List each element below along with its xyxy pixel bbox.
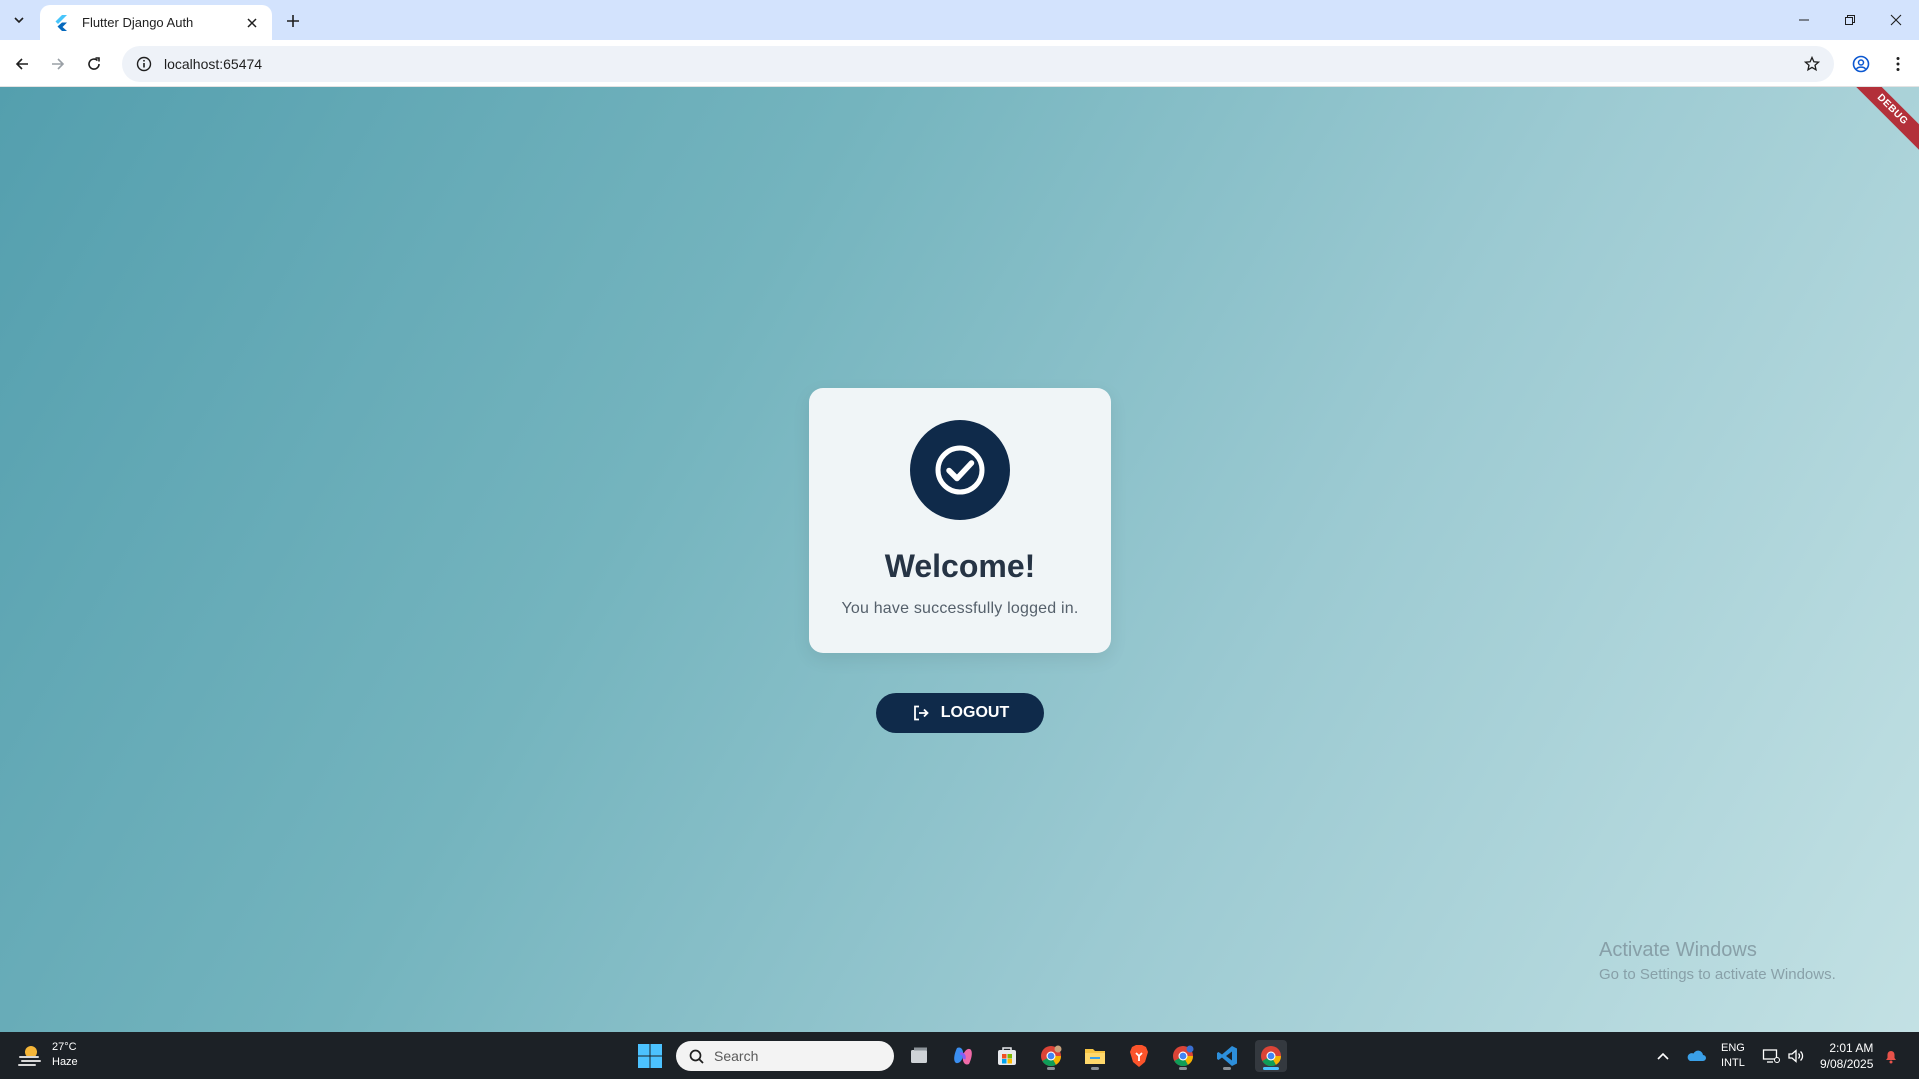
- volume-icon[interactable]: [1787, 1032, 1805, 1079]
- debug-banner: DEBUG: [1846, 87, 1919, 156]
- logout-button[interactable]: LOGOUT: [876, 693, 1044, 733]
- minimize-icon: [1799, 19, 1809, 21]
- browser-menu-button[interactable]: [1885, 51, 1911, 77]
- chrome-active-icon[interactable]: [1255, 1040, 1287, 1072]
- tab-title: Flutter Django Auth: [82, 15, 194, 30]
- arrow-right-icon: [52, 58, 65, 70]
- haze-sun-icon: [18, 1046, 41, 1066]
- browser-tab-strip: Flutter Django Auth: [0, 0, 1919, 40]
- windows-start-icon[interactable]: [636, 1042, 664, 1070]
- profile-button[interactable]: [1848, 51, 1874, 77]
- chrome-profile-icon[interactable]: [1035, 1040, 1067, 1072]
- restore-button[interactable]: [1827, 0, 1873, 40]
- minimize-button[interactable]: [1781, 0, 1827, 40]
- browser-toolbar: localhost:65474: [0, 40, 1919, 87]
- close-tab-icon[interactable]: [242, 13, 262, 33]
- clock-time: 2:01 AM: [1829, 1040, 1874, 1055]
- running-indicator: [1091, 1067, 1099, 1070]
- network-icon[interactable]: [1762, 1032, 1780, 1079]
- close-window-button[interactable]: [1873, 0, 1919, 40]
- forward-button[interactable]: [44, 50, 72, 78]
- language-indicator[interactable]: ENG INTL: [1721, 1032, 1745, 1079]
- file-explorer-icon[interactable]: [1079, 1040, 1111, 1072]
- taskbar-search[interactable]: Search: [676, 1041, 894, 1071]
- bookmark-star-icon[interactable]: [1802, 54, 1822, 74]
- running-indicator: [1047, 1067, 1055, 1070]
- clock[interactable]: 2:01 AM 9/08/2025: [1820, 1032, 1873, 1079]
- site-info-icon[interactable]: [134, 54, 154, 74]
- microsoft-store-icon[interactable]: [991, 1040, 1023, 1072]
- onedrive-icon[interactable]: [1686, 1032, 1706, 1079]
- welcome-card: Welcome! You have successfully logged in…: [809, 388, 1111, 653]
- search-placeholder: Search: [714, 1048, 759, 1064]
- weather-desc: Haze: [52, 1056, 78, 1068]
- active-indicator: [1263, 1067, 1279, 1070]
- address-bar[interactable]: localhost:65474: [122, 46, 1834, 82]
- tab-search-button[interactable]: [6, 8, 32, 32]
- welcome-subtitle: You have successfully logged in.: [841, 600, 1079, 617]
- chevron-down-icon: [14, 17, 24, 24]
- logout-icon: [911, 703, 931, 723]
- flutter-favicon-icon: [52, 14, 70, 32]
- keyboard-layout: INTL: [1721, 1056, 1745, 1069]
- weather-temp: 27°C: [52, 1041, 77, 1053]
- brave-browser-icon[interactable]: [1123, 1040, 1155, 1072]
- show-hidden-icons-button[interactable]: [1656, 1032, 1670, 1079]
- copilot-icon[interactable]: [947, 1040, 979, 1072]
- running-indicator: [1223, 1067, 1231, 1070]
- arrow-left-icon: [15, 58, 28, 70]
- chrome-second-profile-icon[interactable]: [1167, 1040, 1199, 1072]
- taskbar: 27°C Haze Search ENG INTL 2:01 AM 9/08/2…: [0, 1032, 1919, 1079]
- more-vertical-icon: [1896, 57, 1900, 71]
- notification-bell-icon[interactable]: [1884, 1032, 1898, 1079]
- reload-icon: [88, 57, 100, 70]
- language-code: ENG: [1721, 1041, 1745, 1054]
- active-tab[interactable]: Flutter Django Auth: [40, 5, 272, 40]
- new-tab-button[interactable]: [280, 8, 306, 34]
- back-button[interactable]: [8, 50, 36, 78]
- page-viewport: DEBUG Welcome! You have successfully log…: [0, 87, 1919, 1032]
- watermark-line-2: Go to Settings to activate Windows.: [1599, 966, 1836, 983]
- window-controls: [1781, 0, 1919, 40]
- watermark-line-1: Activate Windows: [1599, 939, 1757, 961]
- url-text: localhost:65474: [164, 56, 263, 72]
- welcome-title: Welcome!: [884, 548, 1036, 584]
- activate-windows-watermark: Activate Windows Go to Settings to activ…: [1599, 939, 1836, 983]
- vscode-icon[interactable]: [1211, 1040, 1243, 1072]
- logout-label: LOGOUT: [940, 704, 1010, 721]
- search-icon: [688, 1048, 704, 1064]
- check-circle-icon: [935, 445, 985, 495]
- chevron-up-icon: [1657, 1052, 1669, 1060]
- restore-icon: [1845, 15, 1855, 25]
- plus-icon: [287, 15, 299, 27]
- reload-button[interactable]: [80, 50, 108, 78]
- weather-widget[interactable]: 27°C Haze: [16, 1040, 78, 1070]
- close-icon: [1890, 14, 1902, 26]
- clock-date: 9/08/2025: [1820, 1056, 1874, 1071]
- running-indicator: [1179, 1067, 1187, 1070]
- task-view-icon[interactable]: [903, 1040, 935, 1072]
- profile-icon: [1852, 55, 1870, 73]
- success-badge: [910, 420, 1010, 520]
